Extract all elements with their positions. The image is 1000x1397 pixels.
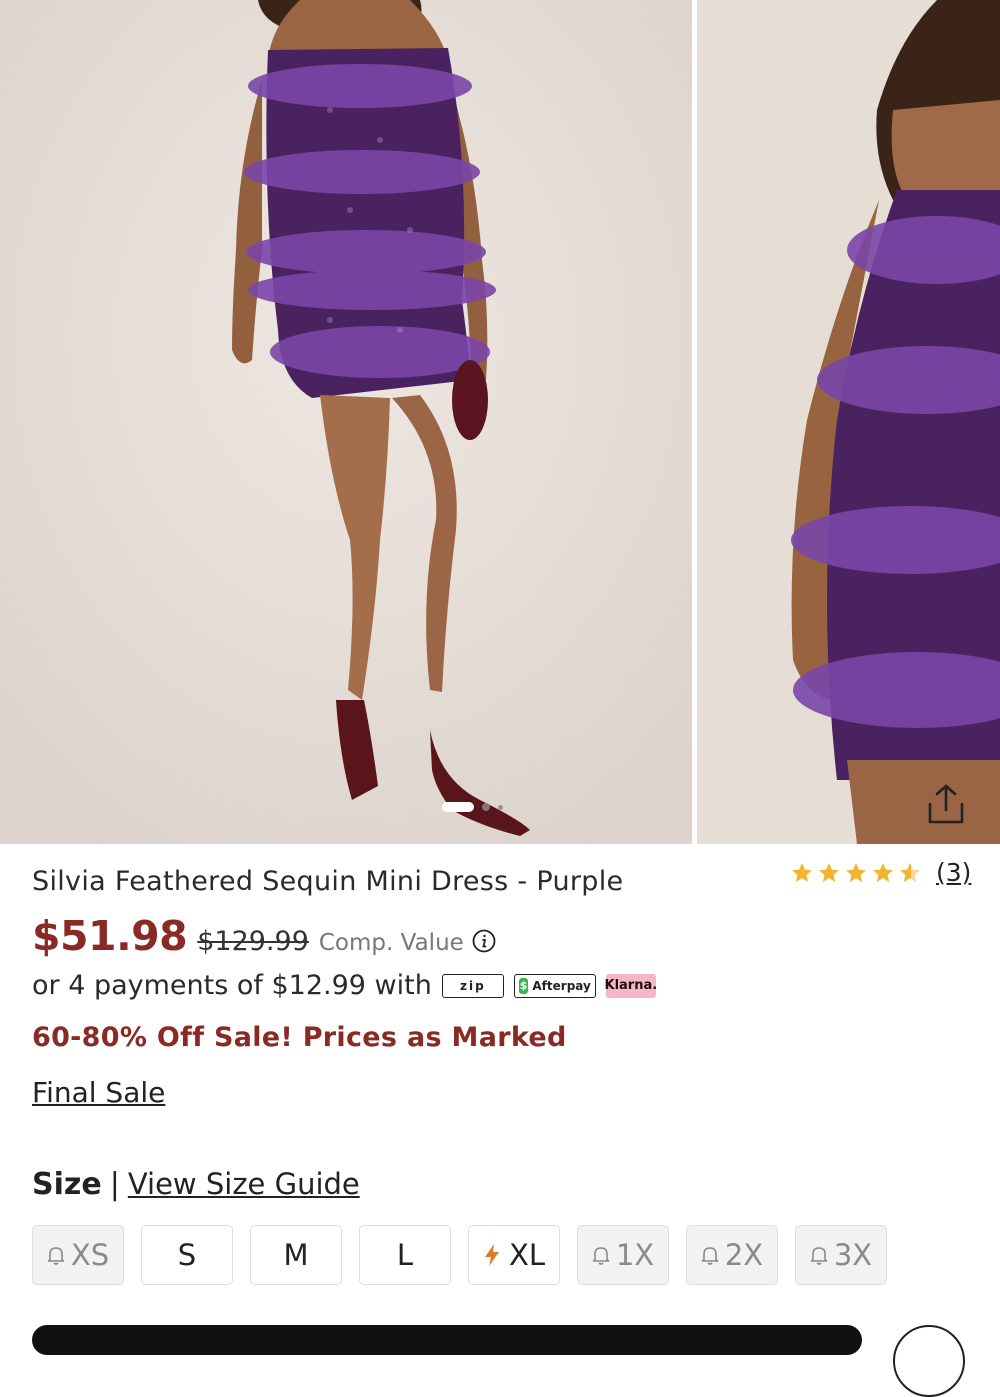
gallery-dot[interactable] bbox=[482, 803, 490, 811]
size-option-label: 2X bbox=[724, 1238, 764, 1272]
size-option-label: S bbox=[177, 1238, 197, 1272]
star-half-icon bbox=[900, 862, 920, 882]
size-option-label: 1X bbox=[615, 1238, 655, 1272]
product-rating[interactable]: (3) bbox=[790, 858, 971, 887]
comp-value-label: Comp. Value bbox=[318, 930, 464, 956]
original-price: $129.99 bbox=[197, 926, 309, 957]
star-icon bbox=[873, 862, 893, 882]
product-image-gallery[interactable] bbox=[0, 0, 1000, 844]
bolt-icon bbox=[484, 1244, 499, 1266]
dollar-icon: $ bbox=[518, 977, 529, 994]
installments-row: or 4 payments of $12.99 with zip $ After… bbox=[32, 970, 658, 1001]
size-option-2x[interactable]: 2X bbox=[686, 1225, 778, 1285]
product-photo-secondary[interactable] bbox=[697, 0, 1000, 844]
sale-price: $51.98 bbox=[32, 912, 188, 960]
bell-icon bbox=[592, 1247, 610, 1265]
size-option-3x[interactable]: 3X bbox=[795, 1225, 887, 1285]
gallery-dot[interactable] bbox=[498, 804, 503, 810]
zip-badge[interactable]: zip bbox=[441, 973, 504, 998]
afterpay-badge[interactable]: $ Afterpay bbox=[513, 973, 596, 998]
size-option-label: XL bbox=[508, 1238, 546, 1272]
afterpay-logo-text: Afterpay bbox=[532, 978, 591, 993]
size-selector: XS S M L XL 1X 2X 3X bbox=[32, 1225, 887, 1285]
product-photo-main[interactable] bbox=[0, 0, 692, 844]
gallery-dot-active[interactable] bbox=[442, 802, 474, 812]
bell-icon bbox=[47, 1247, 65, 1265]
size-separator: | bbox=[109, 1167, 120, 1202]
sale-banner: 60-80% Off Sale! Prices as Marked bbox=[32, 1022, 567, 1053]
size-label: Size bbox=[32, 1167, 102, 1202]
size-option-xs[interactable]: XS bbox=[32, 1225, 124, 1285]
size-heading: Size | View Size Guide bbox=[32, 1167, 360, 1202]
final-sale-link[interactable]: Final Sale bbox=[32, 1076, 165, 1109]
size-option-label: XS bbox=[70, 1238, 110, 1272]
size-option-label: M bbox=[283, 1238, 309, 1272]
add-to-bag-button[interactable] bbox=[32, 1325, 862, 1355]
star-icon bbox=[846, 862, 866, 882]
gallery-pagination bbox=[442, 802, 503, 812]
product-title: Silvia Feathered Sequin Mini Dress - Pur… bbox=[32, 866, 624, 897]
size-option-label: 3X bbox=[833, 1238, 873, 1272]
installments-text: or 4 payments of $12.99 with bbox=[32, 970, 432, 1001]
size-option-xl[interactable]: XL bbox=[468, 1225, 560, 1285]
star-icon bbox=[792, 862, 812, 882]
zip-logo-text: zip bbox=[460, 978, 486, 993]
share-icon[interactable] bbox=[924, 782, 968, 826]
size-option-m[interactable]: M bbox=[250, 1225, 342, 1285]
star-rating bbox=[790, 861, 922, 885]
size-guide-link[interactable]: View Size Guide bbox=[128, 1167, 360, 1201]
bell-icon bbox=[810, 1247, 828, 1265]
size-option-s[interactable]: S bbox=[141, 1225, 233, 1285]
star-icon bbox=[819, 862, 839, 882]
price-row: $51.98 $129.99 Comp. Value bbox=[32, 912, 496, 960]
klarna-logo-text: Klarna. bbox=[604, 978, 658, 993]
size-option-label: L bbox=[396, 1238, 414, 1272]
bell-icon bbox=[701, 1247, 719, 1265]
size-option-1x[interactable]: 1X bbox=[577, 1225, 669, 1285]
size-option-l[interactable]: L bbox=[359, 1225, 451, 1285]
review-count-link[interactable]: (3) bbox=[936, 858, 971, 887]
info-icon[interactable] bbox=[472, 929, 496, 953]
klarna-badge[interactable]: Klarna. bbox=[604, 973, 658, 998]
wishlist-button[interactable] bbox=[893, 1325, 965, 1397]
